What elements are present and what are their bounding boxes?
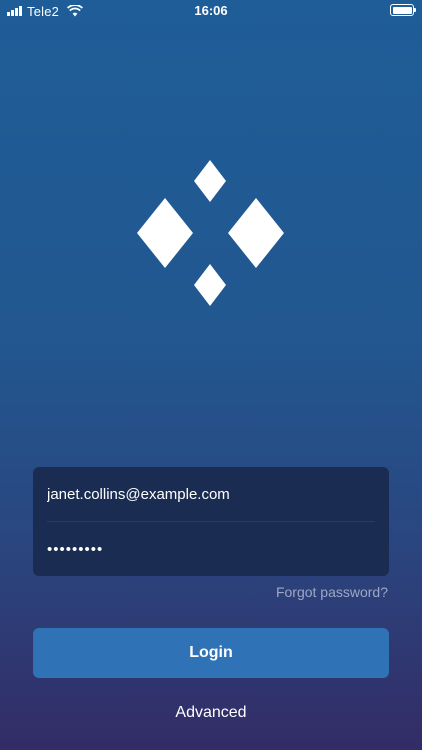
diamond-logo-icon — [137, 160, 284, 306]
logo-diamond-left — [137, 198, 193, 268]
password-field-row — [47, 522, 375, 576]
battery-tip — [414, 8, 416, 12]
forgot-password-link[interactable]: Forgot password? — [276, 584, 388, 600]
status-bar: Tele2 16:06 — [0, 0, 422, 22]
password-field[interactable] — [47, 540, 375, 558]
battery-fill — [392, 6, 412, 14]
email-field[interactable] — [47, 485, 375, 503]
login-button[interactable]: Login — [33, 628, 389, 678]
logo-diamond-bottom — [194, 264, 226, 306]
battery-icon — [390, 4, 416, 16]
advanced-link[interactable]: Advanced — [0, 704, 422, 722]
logo-diamond-top — [194, 160, 226, 202]
logo-diamond-right — [228, 198, 284, 268]
login-card — [33, 467, 389, 576]
status-time: 16:06 — [194, 3, 228, 18]
email-field-row — [47, 467, 375, 521]
